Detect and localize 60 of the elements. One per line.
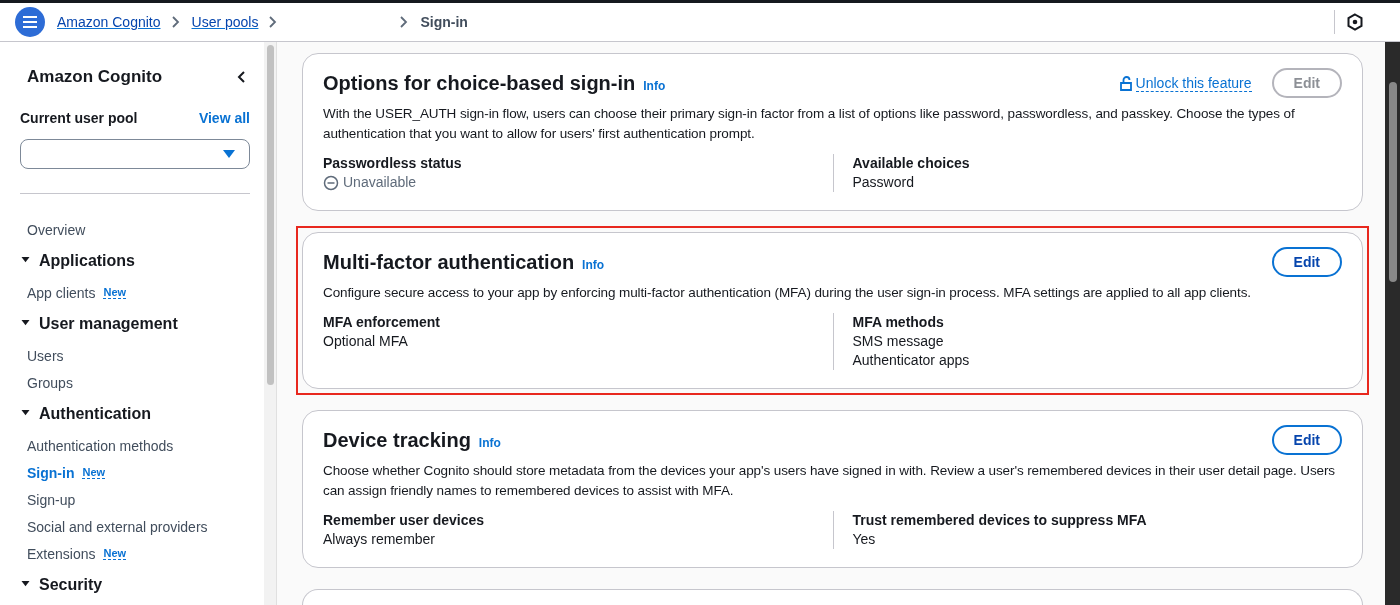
menu-icon <box>22 15 38 29</box>
chevron-right-icon <box>268 16 278 28</box>
card-title: Options for choice-based sign-in <box>323 71 636 95</box>
section-heading[interactable]: User management <box>39 315 178 333</box>
new-badge[interactable]: New <box>82 466 106 479</box>
info-link[interactable]: Info <box>643 78 666 93</box>
breadcrumb-link[interactable]: User pools <box>191 14 259 30</box>
nav-item[interactable]: Groups <box>27 374 73 391</box>
field-label: Remember user devices <box>323 511 486 530</box>
hexagon-icon[interactable] <box>1347 13 1363 31</box>
sidebar-title: Amazon Cognito <box>27 67 163 87</box>
info-link[interactable]: Info <box>582 257 605 272</box>
scrollbar[interactable] <box>1385 42 1400 605</box>
card-description: Choose whether Cognito should store metadata from the devices your app's users have signed in with. Review a user's remembered devices in their user detail page. Users can assign friendly names to remembered devices to assist with MFA. <box>323 462 1336 500</box>
nav-item[interactable]: Sign-up <box>27 491 76 508</box>
section-heading[interactable]: Authentication <box>39 405 151 423</box>
pool-select[interactable] <box>20 139 250 169</box>
chevron-right-icon <box>170 16 180 28</box>
new-badge[interactable]: New <box>103 286 127 299</box>
field-label: Available choices <box>852 154 971 173</box>
nav-item[interactable]: Overview <box>27 221 86 238</box>
nav-item[interactable]: App clients <box>27 284 96 301</box>
card-description: Configure secure access to your app by enforcing multi-factor authentication (MFA) during the user sign-in process. MFA settings are applied to all app clients. <box>323 284 1252 302</box>
edit-button[interactable]: Edit <box>1271 425 1342 455</box>
field-label: Passwordless status <box>323 154 463 173</box>
scrollbar[interactable] <box>264 42 277 605</box>
section-heading[interactable]: Applications <box>39 252 135 270</box>
card-title: Device tracking <box>323 428 471 452</box>
field-label: MFA enforcement <box>323 313 441 332</box>
view-all-link[interactable]: View all <box>198 110 250 128</box>
unlock-icon <box>1118 75 1133 91</box>
unavailable-icon <box>323 174 339 191</box>
unlock-link[interactable]: Unlock this feature <box>1135 74 1252 92</box>
nav-item[interactable]: Authentication methods <box>27 437 174 454</box>
field-value: Always remember <box>323 530 437 549</box>
card-title: Multi-factor authentication <box>323 250 575 274</box>
nav-item[interactable]: Social and external providers <box>27 518 208 535</box>
field-value: Yes <box>852 530 877 549</box>
chevron-right-icon <box>399 16 409 28</box>
status-text: Unavailable <box>343 173 417 192</box>
field-value: Authenticator apps <box>852 351 971 370</box>
field-value: SMS message <box>852 332 945 351</box>
caret-down-icon <box>223 150 235 158</box>
field-label: Trust remembered devices to suppress MFA <box>852 511 1148 530</box>
field-value: Password <box>852 173 915 192</box>
collapse-icon <box>237 71 246 83</box>
breadcrumb-current: Sign-in <box>420 14 468 30</box>
field-label: MFA methods <box>852 313 945 332</box>
section-heading[interactable]: Security <box>39 576 103 594</box>
edit-button[interactable]: Edit <box>1271 247 1342 277</box>
card-description: With the USER_AUTH sign-in flow, users can choose their primary sign-in factor from a list of options like password, passwordless, and passkey. Choose the types of authentication that you want to allow for users' first authentication prompt. <box>323 105 1296 143</box>
field-label: Current user pool <box>20 110 138 128</box>
new-badge[interactable]: New <box>103 547 127 560</box>
field-value: Optional MFA <box>323 332 409 351</box>
nav-item[interactable]: Extensions <box>27 545 96 562</box>
info-link[interactable]: Info <box>478 435 501 450</box>
nav-item[interactable]: Users <box>27 347 64 364</box>
breadcrumb-link[interactable]: Amazon Cognito <box>57 14 161 30</box>
menu-button[interactable] <box>15 7 45 37</box>
nav-item[interactable]: Sign-in <box>27 464 75 481</box>
